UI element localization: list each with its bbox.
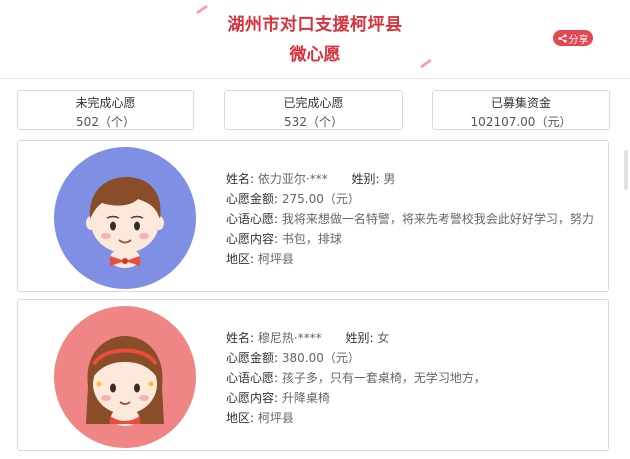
wish-info: 姓名: 穆尼热·**** 姓别: 女 心愿金额: 380.00（元） 心语心愿:… xyxy=(226,328,606,428)
scrollbar-thumb[interactable] xyxy=(624,150,628,190)
stat-unfinished-wishes: 未完成心愿 502（个） xyxy=(17,90,194,130)
stat-label: 未完成心愿 xyxy=(75,96,136,110)
wish-content: 升降桌椅 xyxy=(281,391,330,405)
wish-region: 柯坪县 xyxy=(257,252,294,266)
wish-voice: 我将来想做一名特警，将来先考警校我会此好好学习，努力 xyxy=(281,212,594,226)
wish-voice: 孩子多，只有一套桌椅，无学习地方， xyxy=(281,371,486,385)
wish-region: 柯坪县 xyxy=(257,411,294,425)
wish-amount: 275.00（元） xyxy=(281,192,360,206)
share-button[interactable]: 分享 xyxy=(553,30,593,46)
wish-info: 姓名: 依力亚尔·*** 姓别: 男 心愿金额: 275.00（元） 心语心愿:… xyxy=(226,169,606,269)
wish-amount: 380.00（元） xyxy=(281,351,360,365)
wish-gender: 男 xyxy=(383,172,396,186)
stat-label: 已募集资金 xyxy=(490,96,551,110)
name-row: 姓名: 穆尼热·**** 姓别: 女 xyxy=(226,331,390,345)
page-header: 湖州市对口支援柯坪县 微心愿 分享 xyxy=(0,0,630,79)
name-row: 姓名: 依力亚尔·*** 姓别: 男 xyxy=(226,172,396,186)
amount-row: 心愿金额: 275.00（元） xyxy=(226,192,360,206)
region-row: 地区: 柯坪县 xyxy=(226,411,294,425)
girl-avatar xyxy=(54,306,196,448)
wish-name: 依力亚尔·*** xyxy=(257,172,328,186)
amount-row: 心愿金额: 380.00（元） xyxy=(226,351,360,365)
share-label: 分享 xyxy=(568,34,589,46)
page-title: 湖州市对口支援柯坪县 xyxy=(227,15,403,35)
stat-value: 502（个） xyxy=(76,115,135,129)
boy-avatar xyxy=(54,147,196,289)
stat-value: 532（个） xyxy=(284,115,343,129)
wish-name: 穆尼热·**** xyxy=(257,331,322,345)
voice-row: 心语心愿: 孩子多，只有一套桌椅，无学习地方， xyxy=(226,371,486,385)
wish-card[interactable]: 姓名: 穆尼热·**** 姓别: 女 心愿金额: 380.00（元） 心语心愿:… xyxy=(17,299,609,451)
wish-card[interactable]: 姓名: 依力亚尔·*** 姓别: 男 心愿金额: 275.00（元） 心语心愿:… xyxy=(17,140,609,292)
stat-funds-raised: 已募集资金 102107.00（元） xyxy=(432,90,610,130)
wish-content: 书包，排球 xyxy=(281,232,342,246)
content-row: 心愿内容: 升降桌椅 xyxy=(226,391,330,405)
stat-label: 已完成心愿 xyxy=(283,96,344,110)
page-subtitle: 微心愿 xyxy=(289,45,341,65)
stat-value: 102107.00（元） xyxy=(470,115,572,129)
share-icon xyxy=(557,33,567,43)
stat-completed-wishes: 已完成心愿 532（个） xyxy=(224,90,403,130)
region-row: 地区: 柯坪县 xyxy=(226,252,294,266)
wish-gender: 女 xyxy=(377,331,390,345)
content-row: 心愿内容: 书包，排球 xyxy=(226,232,342,246)
voice-row: 心语心愿: 我将来想做一名特警，将来先考警校我会此好好学习，努力 xyxy=(226,212,594,226)
